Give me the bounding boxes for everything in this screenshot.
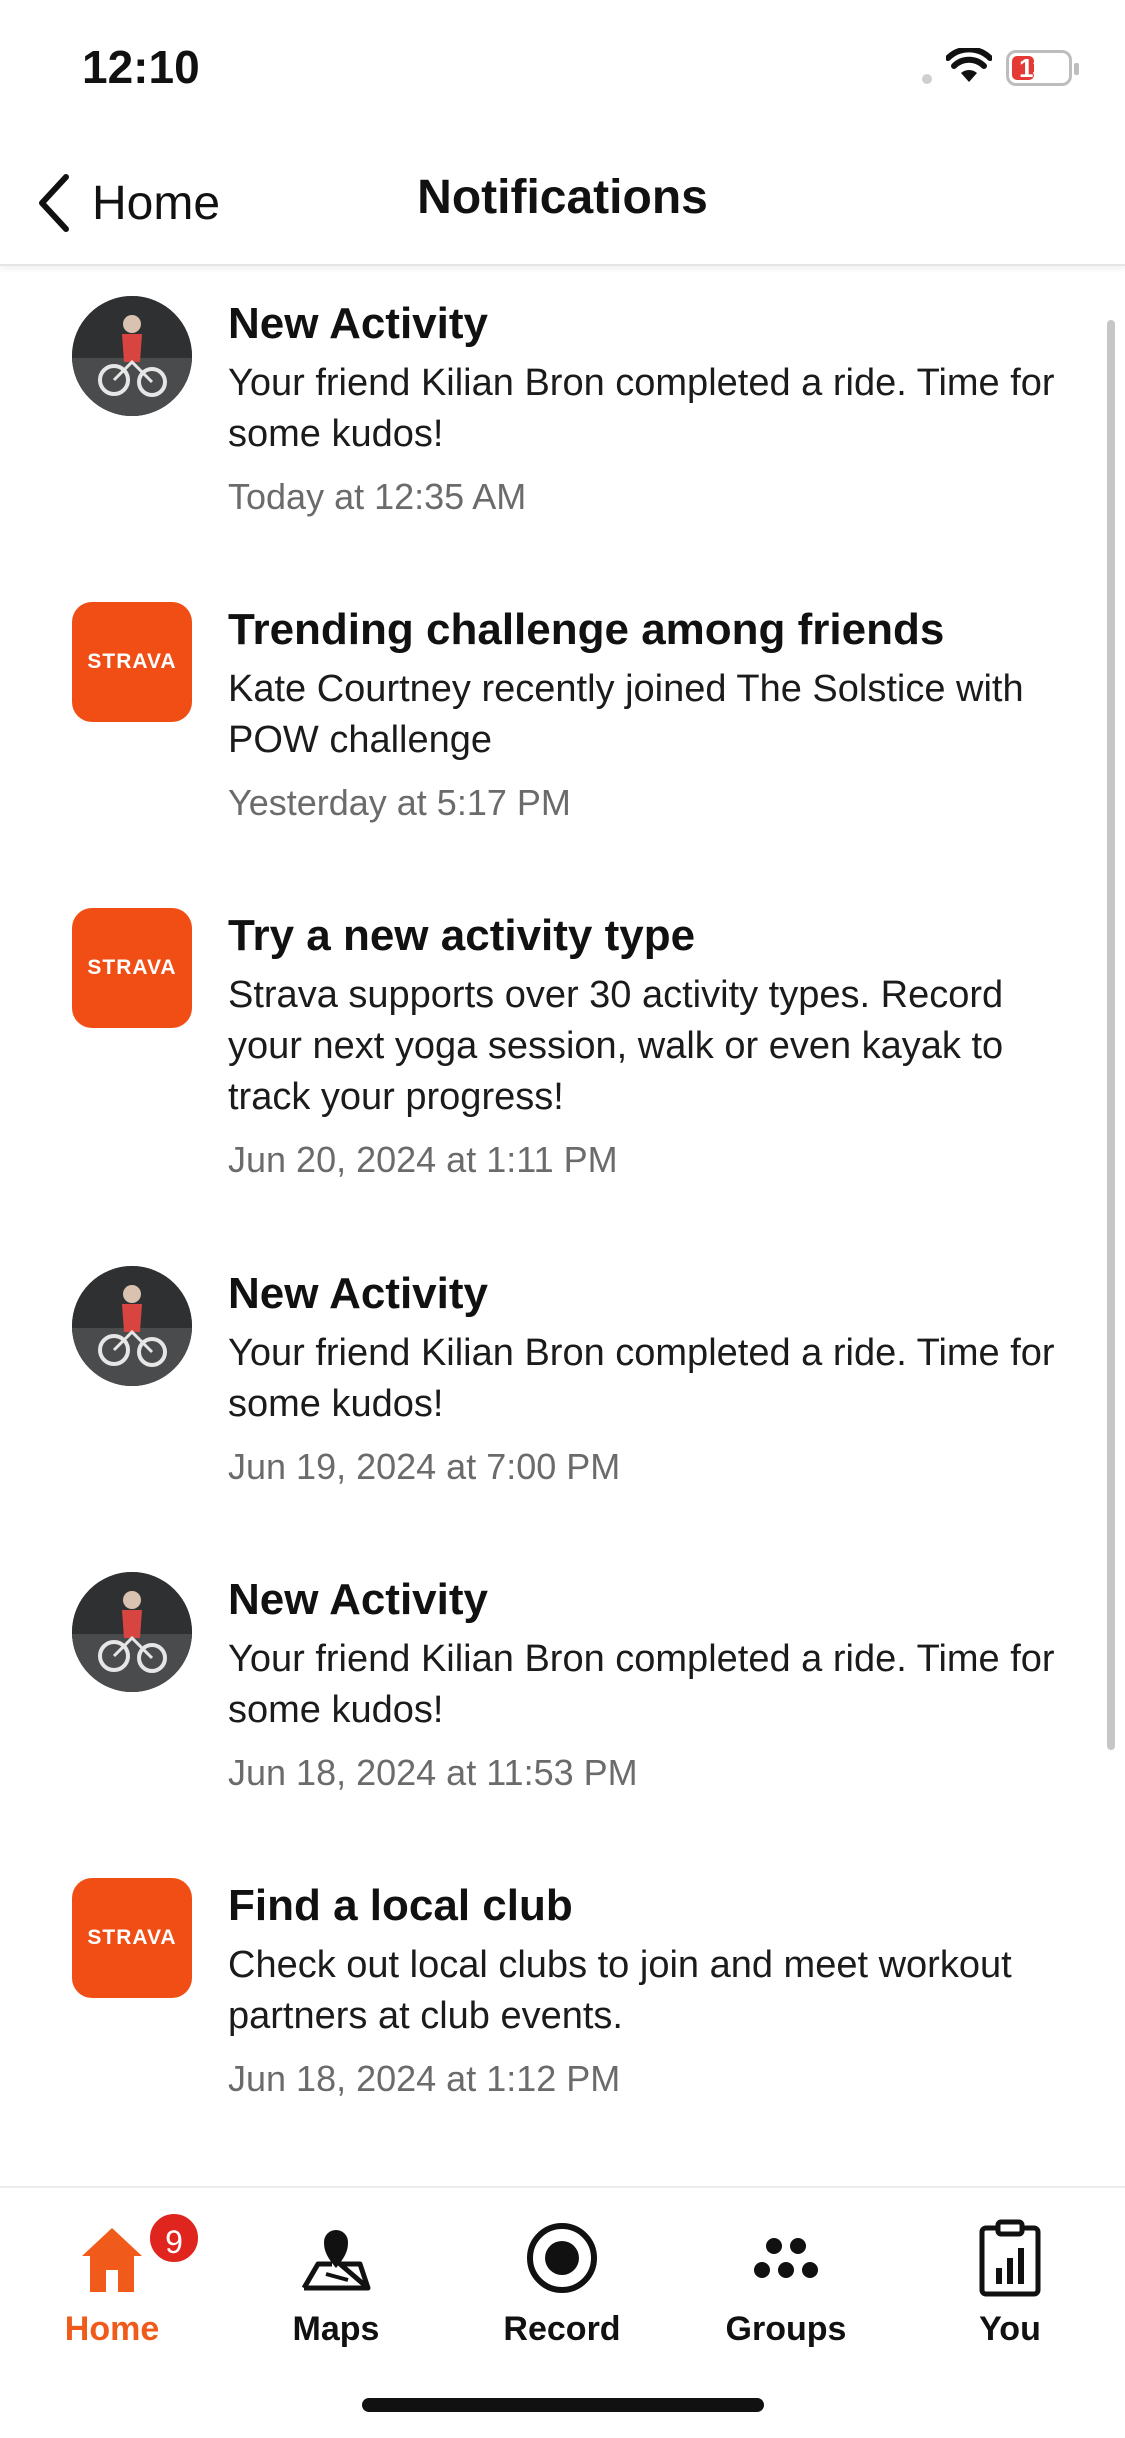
profile-stats-icon	[970, 2218, 1050, 2298]
tab-groups[interactable]: Groups	[696, 2208, 876, 2348]
privacy-dot-icon	[922, 74, 932, 84]
notification-body: Your friend Kilian Bron completed a ride…	[228, 1332, 1055, 1425]
groups-icon	[746, 2218, 826, 2298]
nav-header: Home Notifications	[0, 140, 1125, 266]
notification-title: New Activity	[228, 1269, 489, 1318]
tab-label: You	[979, 2310, 1041, 2348]
home-icon	[72, 2218, 152, 2298]
wifi-icon	[945, 46, 993, 89]
battery-level: 13	[1019, 53, 1047, 83]
notification-body: Strava supports over 30 activity types. …	[228, 974, 1004, 1118]
status-bar: 12:10 13	[0, 0, 1125, 140]
record-icon	[522, 2218, 602, 2298]
notification-count-badge: 9	[146, 2210, 202, 2266]
strava-logo-icon: STRAVA	[72, 1878, 192, 1998]
notification-body: Check out local clubs to join and meet w…	[228, 1944, 1012, 2037]
notification-body: Your friend Kilian Bron completed a ride…	[228, 362, 1055, 455]
scrollbar[interactable]	[1107, 320, 1115, 1750]
notification-body: Your friend Kilian Bron completed a ride…	[228, 1638, 1055, 1731]
tab-home[interactable]: 9 Home	[22, 2208, 202, 2348]
battery-icon: 13	[1006, 50, 1079, 86]
tab-label: Maps	[292, 2310, 380, 2348]
tab-label: Groups	[725, 2310, 847, 2348]
notification-title: New Activity	[228, 299, 489, 348]
notification-date: Jun 19, 2024 at 7:00 PM	[228, 1446, 621, 1487]
notification-date: Jun 18, 2024 at 11:53 PM	[228, 1752, 638, 1793]
avatar	[72, 1572, 192, 1692]
avatar	[72, 1266, 192, 1386]
strava-logo-icon: STRAVA	[72, 908, 192, 1028]
notification-date: Jun 18, 2024 at 1:12 PM	[228, 2058, 621, 2099]
avatar	[72, 296, 192, 416]
strava-logo-icon: STRAVA	[72, 602, 192, 722]
home-indicator[interactable]	[362, 2398, 764, 2412]
tab-label: Home	[64, 2310, 160, 2348]
notification-date: Yesterday at 5:17 PM	[228, 782, 571, 823]
tab-you[interactable]: You	[920, 2208, 1100, 2348]
page-title: Notifications	[417, 171, 708, 224]
status-time: 12:10	[82, 41, 200, 93]
notification-title: Trending challenge among friends	[228, 605, 945, 654]
notification-title: Find a local club	[228, 1881, 573, 1930]
tab-maps[interactable]: Maps	[246, 2208, 426, 2348]
map-pin-icon	[296, 2218, 376, 2298]
notification-list[interactable]: New Activity Your friend Kilian Bron com…	[0, 266, 1125, 2186]
tab-label: Record	[503, 2310, 621, 2348]
notification-title: New Activity	[228, 1575, 489, 1624]
notification-body: Kate Courtney recently joined The Solsti…	[228, 668, 1024, 761]
tab-record[interactable]: Record	[472, 2208, 652, 2348]
notification-date: Jun 20, 2024 at 1:11 PM	[228, 1139, 618, 1180]
notification-title: Try a new activity type	[228, 911, 696, 960]
notification-date: Today at 12:35 AM	[228, 476, 527, 517]
